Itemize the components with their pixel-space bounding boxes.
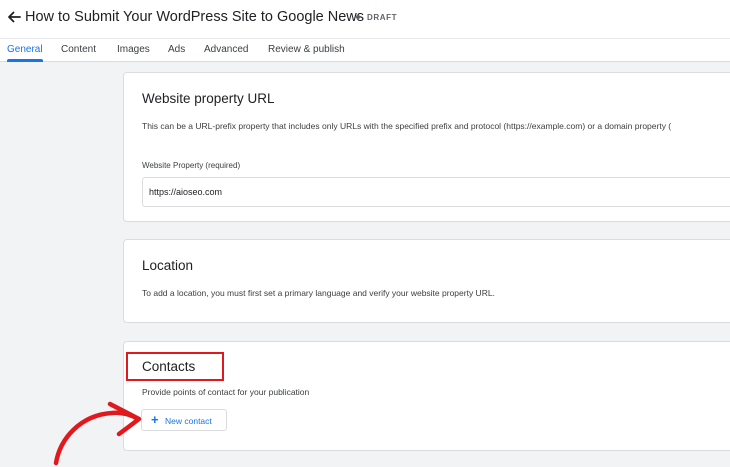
tab-advanced[interactable]: Advanced [204,44,248,55]
location-title: Location [142,258,194,273]
tab-ads[interactable]: Ads [168,44,185,55]
plus-icon: + [151,412,159,427]
location-description: To add a location, you must first set a … [142,288,495,298]
new-contact-button[interactable]: + New contact [141,409,227,431]
website-property-card: Website property URL This can be a URL-p… [123,72,730,222]
website-property-input[interactable] [142,177,730,207]
top-bar: How to Submit Your WordPress Site to Goo… [0,0,730,38]
back-arrow-icon[interactable] [6,9,22,25]
new-contact-label: New contact [165,416,212,426]
tab-general[interactable]: General [7,44,43,55]
contacts-description: Provide points of contact for your publi… [142,387,310,397]
location-card: Location To add a location, you must fir… [123,239,730,323]
website-property-description: This can be a URL-prefix property that i… [142,121,672,131]
tab-bar: General Content Images Ads Advanced Revi… [0,38,730,62]
contacts-card: Contacts Provide points of contact for y… [123,341,730,451]
curved-arrow-icon [53,401,142,466]
website-property-field-label: Website Property (required) [142,161,241,170]
tab-content[interactable]: Content [61,44,96,55]
page-title: How to Submit Your WordPress Site to Goo… [25,9,365,25]
website-property-title: Website property URL [142,91,275,106]
tab-review-publish[interactable]: Review & publish [268,44,345,55]
contacts-title: Contacts [142,359,196,374]
status-badge: DRAFT [367,13,398,22]
tab-images[interactable]: Images [117,44,150,55]
status-dot [356,15,360,19]
